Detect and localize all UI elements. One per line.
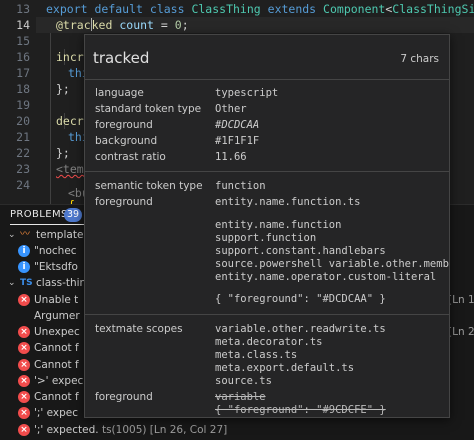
- code-line-14: @tracked count = 0;: [56, 18, 189, 32]
- contrast-ratio-value: 11.66: [215, 151, 247, 163]
- line-number: 19: [16, 98, 30, 112]
- textmate-scope-item: meta.export.default.ts: [215, 362, 355, 374]
- problems-count-badge: 39: [64, 208, 83, 222]
- semantic-scope-item: entity.name.function: [215, 219, 342, 231]
- line-number: 21: [16, 130, 30, 144]
- textmate-foreground-json: { "foreground": "#9CDCFE" }: [215, 404, 386, 416]
- divider: [85, 314, 449, 315]
- contrast-ratio-label: contrast ratio: [95, 151, 166, 163]
- semantic-scope-item: support.constant.handlebars: [215, 245, 386, 257]
- foreground-value: #DCDCAA: [215, 119, 260, 131]
- semantic-foreground-label: foreground: [95, 196, 153, 208]
- line-number: 15: [16, 34, 30, 48]
- semantic-scope-item: source.powershell variable.other.member: [215, 258, 450, 270]
- error-icon: ×: [18, 294, 30, 306]
- token-text: tracked: [93, 49, 150, 67]
- semantic-scope-item: support.function: [215, 232, 317, 244]
- line-number: 18: [16, 82, 30, 96]
- semantic-token-type-label: semantic token type: [95, 180, 203, 192]
- error-icon: ×: [18, 407, 30, 419]
- code-line-18: };: [56, 82, 70, 96]
- error-icon: ×: [18, 326, 30, 338]
- line-number-gutter: 13 14 15 16 17 18 19 20 21 22 23 24: [0, 0, 36, 204]
- line-number-active: 14: [16, 18, 30, 32]
- handlebars-file-icon: 〰: [20, 229, 30, 240]
- language-value: typescript: [215, 87, 279, 99]
- line-number: 13: [16, 2, 30, 16]
- line-number: 22: [16, 146, 30, 160]
- standard-token-type-label: standard token type: [95, 103, 202, 115]
- code-line-13: export default class ClassThing extends …: [46, 2, 474, 16]
- line-number: 17: [16, 66, 30, 80]
- foreground-label: foreground: [95, 119, 153, 131]
- divider: [85, 79, 449, 80]
- background-label: background: [95, 135, 158, 147]
- chevron-down-icon[interactable]: ⌄: [8, 227, 18, 243]
- line-number: 16: [16, 50, 30, 64]
- token-length: 7 chars: [400, 53, 439, 65]
- code-line-27: {: [68, 197, 75, 204]
- textmate-scope-item: meta.decorator.ts: [215, 336, 323, 348]
- problem-row[interactable]: × ';' expected. ts(1005) [Ln 26, Col 27]: [0, 422, 474, 438]
- semantic-foreground-scope: entity.name.function.ts: [215, 196, 361, 208]
- tab-problems[interactable]: PROBLEMS: [10, 207, 68, 223]
- textmate-scope-item: variable.other.readwrite.ts: [215, 323, 386, 335]
- error-icon: ×: [18, 359, 30, 371]
- info-icon: i: [18, 245, 30, 257]
- chevron-down-icon[interactable]: ⌄: [8, 275, 18, 291]
- textmate-foreground-scope: variable: [215, 391, 266, 403]
- divider: [85, 171, 449, 172]
- info-icon: i: [18, 261, 30, 273]
- token-inspector-hover: tracked 7 chars language typescript stan…: [84, 34, 450, 418]
- error-icon: ×: [18, 424, 30, 436]
- error-icon: ×: [18, 375, 30, 387]
- semantic-token-type-value: function: [215, 180, 266, 192]
- textmate-scope-item: source.ts: [215, 375, 272, 387]
- standard-token-type-value: Other: [215, 103, 247, 115]
- textmate-foreground-label: foreground: [95, 391, 153, 403]
- line-number: 23: [16, 162, 30, 176]
- typescript-file-icon: TS: [20, 278, 33, 288]
- language-label: language: [95, 87, 144, 99]
- error-icon: ×: [18, 342, 30, 354]
- error-icon: ×: [18, 391, 30, 403]
- semantic-scope-item: entity.name.operator.custom-literal: [215, 271, 437, 283]
- line-number: 24: [16, 178, 30, 192]
- code-line-22: };: [56, 146, 70, 160]
- line-number: 20: [16, 114, 30, 128]
- textmate-scope-item: meta.class.ts: [215, 349, 298, 361]
- active-tab-indicator: [10, 224, 86, 225]
- semantic-foreground-json: { "foreground": "#DCDCAA" }: [215, 293, 386, 305]
- textmate-scopes-label: textmate scopes: [95, 323, 183, 335]
- background-value: #1F1F1F: [215, 135, 260, 147]
